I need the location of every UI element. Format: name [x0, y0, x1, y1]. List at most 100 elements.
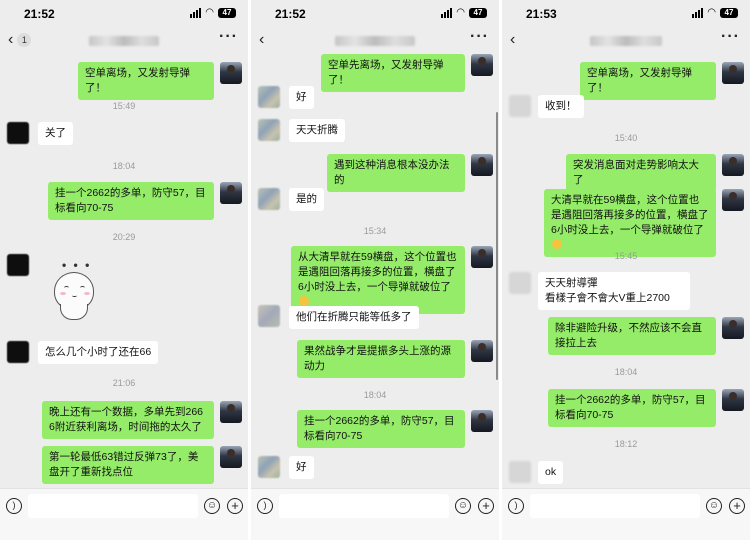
avatar[interactable]	[471, 154, 493, 176]
avatar[interactable]	[471, 410, 493, 432]
avatar[interactable]	[220, 401, 242, 423]
message-input[interactable]	[279, 494, 449, 518]
sent-message[interactable]: 第一轮最低63错过反弹73了，美盘开了重新找点位	[42, 446, 214, 484]
sticker-dots: • • •	[62, 258, 92, 272]
avatar[interactable]	[258, 305, 280, 327]
avatar[interactable]	[722, 62, 744, 84]
status-icons: ◠ 47	[190, 8, 236, 18]
received-message[interactable]: 好	[289, 456, 314, 479]
avatar[interactable]	[258, 86, 280, 108]
emoji-icon[interactable]: ☺	[706, 498, 722, 514]
emoji-icon[interactable]: ☺	[455, 498, 471, 514]
message-line: 看樣子會不會大V重上2700	[545, 292, 670, 304]
sent-message[interactable]: 突发消息面对走势影响太大了	[566, 154, 716, 192]
chat-panel-2: 21:52 ◠ 47 ‹ ··· 空单先离场，又发射导弹了！ 好 天天折腾 遇到…	[251, 0, 499, 540]
status-bar: 21:52 ◠ 47	[251, 0, 499, 28]
avatar[interactable]	[471, 246, 493, 268]
avatar[interactable]	[258, 188, 280, 210]
status-bar: 21:53 ◠ 47	[502, 0, 750, 28]
signal-icon	[441, 8, 453, 18]
avatar[interactable]	[509, 272, 531, 294]
battery-icon: 47	[469, 8, 487, 18]
timestamp: 21:06	[112, 378, 136, 388]
more-icon[interactable]: ···	[470, 28, 489, 46]
avatar[interactable]	[220, 62, 242, 84]
sent-message[interactable]: 空单离场，又发射导弹了！	[78, 62, 214, 100]
chat-header: ‹ ···	[502, 28, 750, 54]
more-icon[interactable]: ···	[721, 28, 740, 46]
received-message[interactable]: ok	[538, 461, 564, 484]
avatar[interactable]	[258, 119, 280, 141]
avatar[interactable]	[722, 317, 744, 339]
sent-message[interactable]: 除非避险升级，不然应该不会直接拉上去	[548, 317, 716, 355]
avatar[interactable]	[722, 189, 744, 211]
timestamp: 15:45	[614, 251, 638, 261]
avatar[interactable]	[7, 122, 29, 144]
sent-message[interactable]: 大清早就在59横盘，这个位置也是遇阻回落再接多的位置，横盘了6小时没上去，一个导…	[544, 189, 716, 257]
received-message[interactable]: 是的	[289, 188, 324, 211]
received-message[interactable]: 天天射導彈 看樣子會不會大V重上2700	[538, 272, 690, 310]
sent-message[interactable]: 空单先离场，又发射导弹了！	[321, 54, 465, 92]
signal-icon	[692, 8, 704, 18]
received-message[interactable]: 关了	[38, 122, 73, 145]
chat-header: ‹ ···	[251, 28, 499, 54]
emoji-icon[interactable]: ☺	[204, 498, 220, 514]
chat-title-redacted	[502, 33, 750, 51]
avatar[interactable]	[7, 341, 29, 363]
received-message[interactable]: 怎么几个小时了还在66	[38, 341, 159, 364]
sticker-message[interactable]: • • •	[52, 258, 100, 324]
voice-icon[interactable]: )	[508, 498, 524, 514]
message-input[interactable]	[530, 494, 700, 518]
sent-message[interactable]: 挂一个2662的多单，防守57，目标看向70-75	[48, 182, 214, 220]
avatar[interactable]	[509, 461, 531, 483]
sent-message[interactable]: 从大清早就在59横盘，这个位置也是遇阻回落再接多的位置，横盘了6小时没上去，一个…	[291, 246, 465, 314]
avatar[interactable]	[722, 389, 744, 411]
avatar[interactable]	[220, 446, 242, 468]
wifi-icon: ◠	[456, 7, 465, 18]
avatar[interactable]	[471, 340, 493, 362]
chat-title-redacted	[0, 33, 248, 51]
chat-panel-3: 21:53 ◠ 47 ‹ ··· 空单离场，又发射导弹了！ 收到！ 15:40 …	[502, 0, 750, 540]
avatar[interactable]	[7, 254, 29, 276]
plus-icon[interactable]: +	[227, 498, 243, 514]
sent-message[interactable]: 挂一个2662的多单，防守57，目标看向70-75	[297, 410, 465, 448]
wifi-icon: ◠	[205, 7, 214, 18]
chat-header: ‹ 1 ···	[0, 28, 248, 54]
emoji-smile-icon	[299, 296, 309, 306]
received-message[interactable]: 收到！	[538, 95, 584, 118]
voice-icon[interactable]: )	[257, 498, 273, 514]
timestamp: 20:29	[112, 232, 136, 242]
scrollbar[interactable]	[496, 112, 498, 380]
status-icons: ◠ 47	[692, 8, 738, 18]
timestamp: 18:04	[363, 390, 387, 400]
timestamp: 15:40	[614, 133, 638, 143]
input-bar: ) ☺ +	[251, 488, 499, 540]
input-bar: ) ☺ +	[502, 488, 750, 540]
more-icon[interactable]: ···	[219, 28, 238, 46]
message-input[interactable]	[28, 494, 198, 518]
received-message[interactable]: 他们在折腾只能等低多了	[289, 306, 419, 329]
status-time: 21:53	[526, 7, 557, 21]
plus-icon[interactable]: +	[729, 498, 745, 514]
avatar[interactable]	[258, 456, 280, 478]
sent-message[interactable]: 空单离场，又发射导弹了！	[580, 62, 716, 100]
avatar[interactable]	[220, 182, 242, 204]
sent-message[interactable]: 挂一个2662的多单，防守57，目标看向70-75	[548, 389, 716, 427]
status-bar: 21:52 ◠ 47	[0, 0, 248, 28]
avatar[interactable]	[509, 95, 531, 117]
sent-message[interactable]: 遇到这种消息根本没办法的	[327, 154, 465, 192]
avatar[interactable]	[471, 54, 493, 76]
timestamp: 18:04	[112, 161, 136, 171]
chat-title-redacted	[251, 33, 499, 51]
status-time: 21:52	[275, 7, 306, 21]
received-message[interactable]: 天天折腾	[289, 119, 345, 142]
sent-message[interactable]: 果然战争才是提振多头上涨的源动力	[297, 340, 465, 378]
emoji-smile-icon	[552, 239, 562, 249]
sent-message[interactable]: 晚上还有一个数据，多单先到2666附近获利离场，时间拖的太久了	[42, 401, 214, 439]
received-message[interactable]: 好	[289, 86, 314, 109]
battery-icon: 47	[720, 8, 738, 18]
plus-icon[interactable]: +	[478, 498, 494, 514]
status-icons: ◠ 47	[441, 8, 487, 18]
voice-icon[interactable]: )	[6, 498, 22, 514]
avatar[interactable]	[722, 154, 744, 176]
